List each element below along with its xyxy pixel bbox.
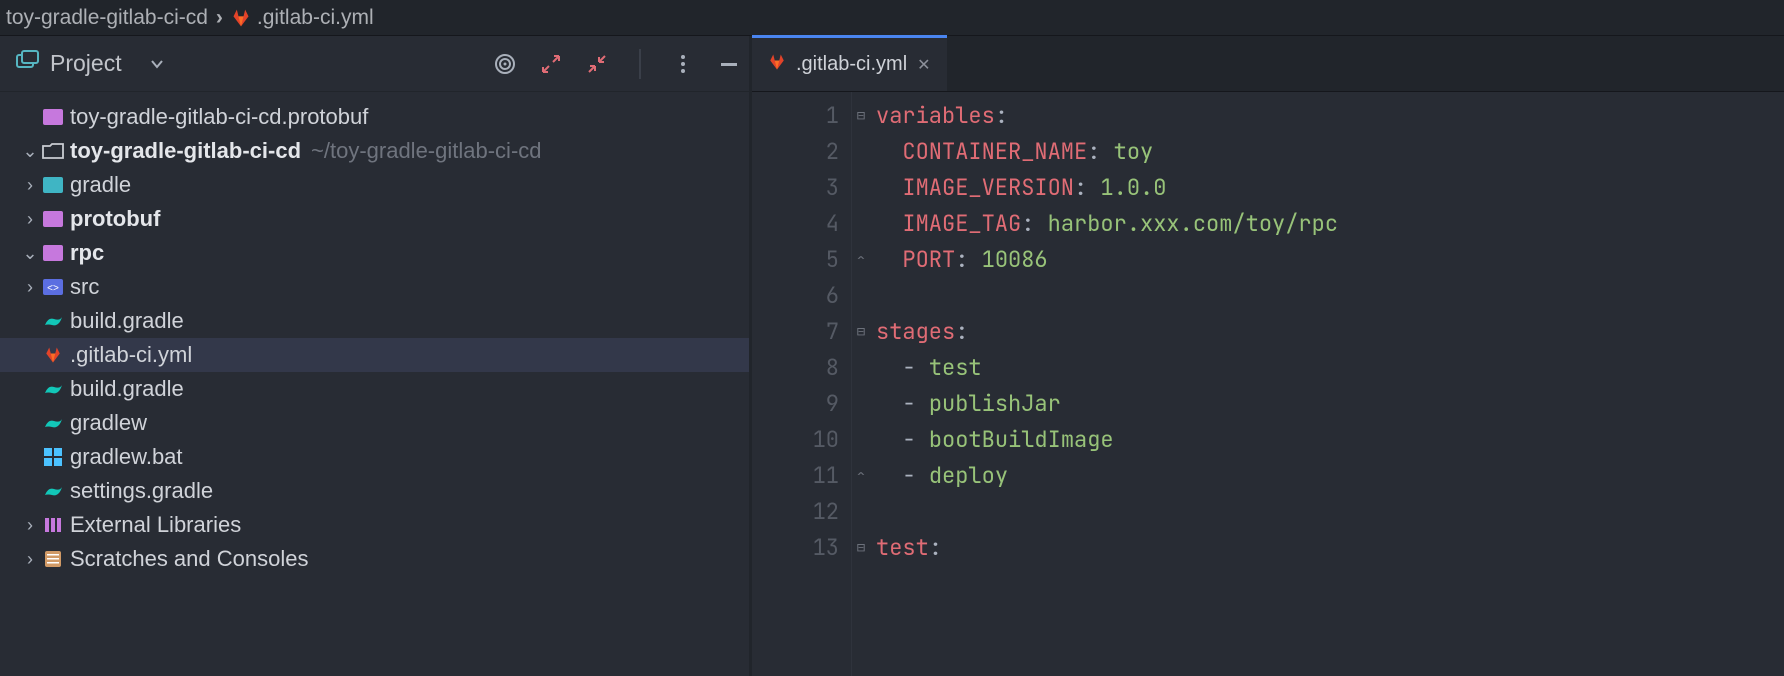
fold-column: ⊟ ⌃ ⊟ ⌃ ⊟	[852, 92, 870, 676]
breadcrumb: toy-gradle-gitlab-ci-cd › .gitlab-ci.yml	[0, 0, 1784, 36]
tab-label: .gitlab-ci.yml	[796, 53, 907, 76]
gradle-icon	[40, 313, 66, 329]
chevron-right-icon[interactable]: ›	[20, 515, 40, 536]
collapse-icon[interactable]	[585, 52, 609, 76]
folder-icon	[40, 177, 66, 193]
tab-gitlab-ci[interactable]: .gitlab-ci.yml ✕	[752, 35, 947, 91]
tree-item-protobuf-module[interactable]: › toy-gradle-gitlab-ci-cd.protobuf	[0, 100, 749, 134]
fold-end-icon[interactable]: ⌃	[852, 242, 870, 278]
tree-item-build-gradle[interactable]: › build.gradle	[0, 372, 749, 406]
module-icon	[40, 109, 66, 125]
svg-text:<>: <>	[47, 283, 59, 294]
chevron-right-icon[interactable]: ›	[20, 175, 40, 196]
gradle-icon	[40, 415, 66, 431]
folder-icon	[40, 143, 66, 159]
folder-icon	[40, 245, 66, 261]
tree-item-build-gradle-inner[interactable]: › build.gradle	[0, 304, 749, 338]
tree-item-external-libraries[interactable]: › External Libraries	[0, 508, 749, 542]
tree-item-gradlew[interactable]: › gradlew	[0, 406, 749, 440]
kebab-menu-icon[interactable]	[671, 52, 695, 76]
chevron-right-icon[interactable]: ›	[20, 549, 40, 570]
scratches-icon	[40, 550, 66, 568]
fold-marker-icon[interactable]: ⊟	[852, 530, 870, 566]
breadcrumb-root[interactable]: toy-gradle-gitlab-ci-cd	[6, 6, 208, 30]
minimize-icon[interactable]	[717, 52, 741, 76]
gradle-icon	[40, 381, 66, 397]
project-title-label: Project	[50, 50, 122, 77]
editor-tabs: .gitlab-ci.yml ✕	[752, 36, 1784, 92]
library-icon	[40, 516, 66, 534]
tree-item-root[interactable]: ⌄ toy-gradle-gitlab-ci-cd ~/toy-gradle-g…	[0, 134, 749, 168]
fold-marker-icon[interactable]: ⊟	[852, 98, 870, 134]
gradle-icon	[40, 483, 66, 499]
code-content[interactable]: variables: CONTAINER_NAME: toy IMAGE_VER…	[870, 92, 1784, 676]
gitlab-icon	[768, 53, 786, 77]
fold-end-icon[interactable]: ⌃	[852, 458, 870, 494]
breadcrumb-file[interactable]: .gitlab-ci.yml	[257, 6, 374, 30]
project-title[interactable]: Project	[16, 50, 164, 78]
chevron-down-icon[interactable]: ⌄	[20, 243, 40, 264]
close-icon[interactable]: ✕	[917, 55, 930, 75]
chevron-down-icon[interactable]	[150, 50, 164, 77]
tree-item-gradle[interactable]: › gradle	[0, 168, 749, 202]
fold-marker-icon[interactable]: ⊟	[852, 314, 870, 350]
target-icon[interactable]	[493, 52, 517, 76]
expand-icon[interactable]	[539, 52, 563, 76]
tree-item-scratches[interactable]: › Scratches and Consoles	[0, 542, 749, 576]
folder-icon	[40, 211, 66, 227]
tree-item-gitlab-ci[interactable]: › .gitlab-ci.yml	[0, 338, 749, 372]
gutter: 1 2 3 4 5 6 7 8 9 10 11 12 13	[752, 92, 852, 676]
chevron-down-icon[interactable]: ⌄	[20, 141, 40, 162]
chevron-right-icon[interactable]: ›	[20, 277, 40, 298]
gitlab-icon	[40, 346, 66, 364]
project-panel-header: Project	[0, 36, 749, 92]
source-folder-icon: <>	[40, 279, 66, 295]
project-panel: Project	[0, 36, 752, 676]
project-icon	[16, 50, 40, 78]
windows-icon	[40, 448, 66, 466]
tree-item-src[interactable]: › <> src	[0, 270, 749, 304]
tree-item-gradlew-bat[interactable]: › gradlew.bat	[0, 440, 749, 474]
chevron-right-icon: ›	[216, 6, 223, 30]
project-tree[interactable]: › toy-gradle-gitlab-ci-cd.protobuf ⌄ toy…	[0, 92, 749, 576]
tree-item-protobuf[interactable]: › protobuf	[0, 202, 749, 236]
editor-area: .gitlab-ci.yml ✕ 1 2 3 4 5 6 7 8 9 10 11…	[752, 36, 1784, 676]
code-editor[interactable]: 1 2 3 4 5 6 7 8 9 10 11 12 13 ⊟ ⌃	[752, 92, 1784, 676]
tree-item-settings-gradle[interactable]: › settings.gradle	[0, 474, 749, 508]
tree-item-rpc[interactable]: ⌄ rpc	[0, 236, 749, 270]
chevron-right-icon[interactable]: ›	[20, 209, 40, 230]
separator	[639, 49, 641, 79]
gitlab-icon	[231, 8, 251, 28]
